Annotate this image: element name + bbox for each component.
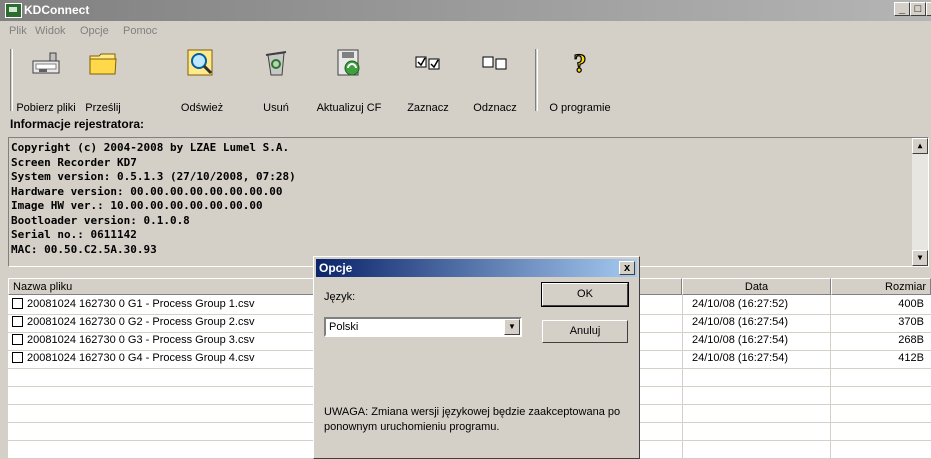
info-line: Screen Recorder KD7 (11, 155, 137, 169)
recorder-info-box: Copyright (c) 2004-2008 by LZAE Lumel S.… (8, 137, 929, 267)
file-size: 412B (898, 352, 924, 364)
menu-pomoc[interactable]: Pomoc (123, 25, 157, 37)
app-icon (5, 3, 22, 18)
upload-button[interactable]: Prześlij (78, 45, 128, 115)
info-line: Bootloader version: 0.1.0.8 (11, 213, 190, 227)
checked-boxes-icon (415, 56, 440, 70)
info-line: System version: 0.5.1.3 (27/10/2008, 07:… (11, 170, 296, 183)
info-line: Serial no.: 0611142 (11, 228, 137, 241)
menu-bar: Plik Widok Opcje Pomoc (0, 21, 931, 43)
magnifier-icon (187, 49, 213, 76)
info-line: Hardware version: 00.00.00.00.00.00.00.0… (11, 184, 283, 198)
svg-text:?: ? (574, 49, 587, 78)
about-label: O programie (549, 102, 611, 114)
title-bar: KDConnect _ □ x (0, 0, 931, 21)
deselect-all-label: Odznacz (473, 102, 517, 114)
select-all-button[interactable]: Zaznacz (400, 45, 456, 115)
file-date: 24/10/08 (16:27:54) (692, 316, 789, 328)
file-name: 20081024 162730 0 G4 - Process Group 4.c… (27, 352, 255, 364)
file-date: 24/10/08 (16:27:52) (692, 298, 789, 310)
row-checkbox[interactable] (12, 352, 23, 363)
download-label: Pobierz pliki (16, 102, 76, 114)
file-name: 20081024 162730 0 G1 - Process Group 1.c… (27, 298, 255, 310)
close-button[interactable]: x (926, 2, 931, 16)
update-cf-label: Aktualizuj CF (316, 102, 382, 114)
minimize-button[interactable]: _ (894, 2, 910, 16)
language-label: Język: (324, 291, 356, 303)
menu-plik[interactable]: Plik (9, 25, 27, 37)
select-all-label: Zaznacz (407, 102, 449, 114)
file-size: 400B (898, 298, 924, 310)
file-size: 370B (898, 316, 924, 328)
folder-icon (89, 53, 117, 75)
info-scrollbar[interactable]: ▲ ▼ (912, 138, 928, 266)
file-name: 20081024 162730 0 G3 - Process Group 3.c… (27, 334, 255, 346)
language-select[interactable]: Polski ▼ (324, 317, 522, 337)
menu-widok[interactable]: Widok (35, 25, 66, 37)
toolbar-separator (10, 49, 13, 111)
scroll-down-icon[interactable]: ▼ (912, 250, 928, 266)
dialog-close-button[interactable]: x (619, 261, 635, 275)
refresh-button[interactable]: Odśwież (172, 45, 232, 115)
refresh-label: Odśwież (180, 102, 224, 114)
recorder-info-label: Informacje rejestratora: (10, 117, 145, 131)
toolbar: Pobierz pliki Prześlij Odśwież Usuń Aktu… (0, 45, 931, 116)
upload-label: Prześlij (85, 102, 121, 114)
file-name: 20081024 162730 0 G2 - Process Group 2.c… (27, 316, 255, 328)
column-header-size[interactable]: Rozmiar (831, 278, 931, 295)
language-value: Polski (329, 321, 359, 333)
info-line: Copyright (c) 2004-2008 by LZAE Lumel S.… (11, 141, 290, 154)
update-card-icon (337, 49, 360, 76)
file-date: 24/10/08 (16:27:54) (692, 352, 789, 364)
file-date: 24/10/08 (16:27:54) (692, 334, 789, 346)
delete-button[interactable]: Usuń (254, 45, 298, 115)
chevron-down-icon[interactable]: ▼ (504, 319, 520, 335)
cancel-button[interactable]: Anuluj (542, 320, 628, 343)
maximize-button[interactable]: □ (910, 2, 926, 16)
info-line: Image HW ver.: 10.00.00.00.00.00.00.00 (11, 199, 263, 212)
update-cf-button[interactable]: Aktualizuj CF (312, 45, 386, 115)
download-button[interactable]: Pobierz pliki (16, 45, 76, 115)
row-checkbox[interactable] (12, 316, 23, 327)
ok-button[interactable]: OK (541, 282, 629, 307)
recycle-bin-icon (265, 51, 287, 76)
menu-opcje[interactable]: Opcje (80, 25, 109, 37)
file-size: 268B (898, 334, 924, 346)
dialog-title-bar: Opcje x (316, 259, 637, 277)
empty-boxes-icon (482, 56, 507, 70)
column-header-date[interactable]: Data (682, 278, 831, 295)
question-mark-icon: ? (573, 48, 587, 78)
options-dialog: Opcje x Język: Polski ▼ OK Anuluj UWAGA:… (313, 256, 640, 459)
delete-label: Usuń (263, 102, 289, 114)
deselect-all-button[interactable]: Odznacz (464, 45, 526, 115)
toolbar-separator (535, 49, 538, 111)
dialog-title: Opcje (319, 261, 353, 275)
info-line: MAC: 00.50.C2.5A.30.93 (11, 242, 157, 256)
download-icon (32, 52, 60, 74)
main-window: KDConnect _ □ x Plik Widok Opcje Pomoc P… (0, 0, 931, 459)
window-title: KDConnect (24, 3, 90, 17)
row-checkbox[interactable] (12, 334, 23, 345)
row-checkbox[interactable] (12, 298, 23, 309)
scroll-up-icon[interactable]: ▲ (912, 138, 928, 154)
about-button[interactable]: ? O programie (542, 45, 618, 115)
restart-warning: UWAGA: Zmiana wersji językowej będzie za… (324, 406, 621, 433)
